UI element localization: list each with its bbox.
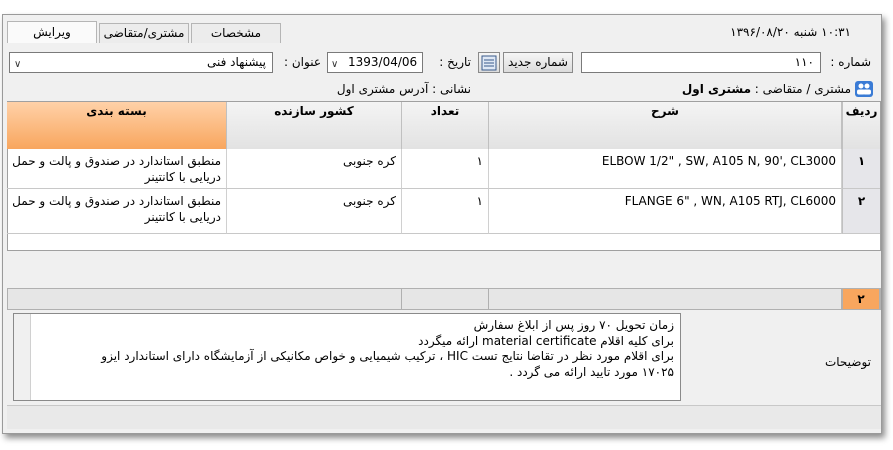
footer-quantity [402,289,489,309]
customer-label: مشتری / متقاضی : [754,82,851,96]
notes-text: زمان تحویل ۷۰ روز پس از ابلاغ سفارش برای… [34,318,674,380]
column-header-country[interactable]: کشور سازنده [227,102,402,149]
number-label: شماره : [830,55,871,69]
date-value: 1393/04/06 [348,55,418,69]
row-number[interactable]: ۱ [842,149,880,189]
row-description[interactable]: ELBOW 1/2" , SW, A105 N, 90', CL3000 [489,149,842,189]
number-field[interactable]: ۱۱۰ [581,52,821,73]
tab-edit[interactable]: ویرایش [7,21,97,43]
notes-line: زمان تحویل ۷۰ روز پس از ابلاغ سفارش [473,318,674,332]
notes-line: ۱۷۰۲۵ مورد تایید ارائه می گردد . [509,364,674,379]
status-bar [7,405,881,429]
column-header-packing[interactable]: بسته بندی [7,102,227,149]
date-label: تاریخ : [439,55,471,69]
row-quantity[interactable]: ۱ [402,189,489,234]
column-header-quantity[interactable]: تعداد [402,102,489,149]
title-value: پیشنهاد فنی [207,55,266,69]
calendar-dropdown-icon: ∨ [331,59,339,70]
address-label: نشانی : آدرس مشتری اول [336,82,471,96]
grid-footer: ۲ [7,288,881,310]
date-field[interactable]: ∨ 1393/04/06 [327,52,423,73]
column-header-row-number[interactable]: ردیف [842,102,880,149]
tab-strip: ویرایش مشتری/متقاضی مشخصات [7,21,283,43]
row-number[interactable]: ۲ [842,189,880,234]
footer-packing [7,289,227,309]
customer-icon [855,81,873,97]
row-country[interactable]: کره جنوبی [227,149,402,189]
users-icon [857,83,871,95]
customer-value: مشتری اول [681,82,751,96]
row-description[interactable]: FLANGE 6" , WN, A105 RTJ, CL6000 [489,189,842,234]
tab-specifications[interactable]: مشخصات [191,23,281,43]
title-select[interactable]: ∨ پیشنهاد فنی [9,52,273,73]
notes-textarea[interactable]: زمان تحویل ۷۰ روز پس از ابلاغ سفارش برای… [13,313,681,401]
calculator-icon [481,55,497,71]
chevron-down-icon: ∨ [14,59,22,70]
tab-customer[interactable]: مشتری/متقاضی [99,23,189,43]
top-bar: ویرایش مشتری/متقاضی مشخصات ۱۰:۳۱ شنبه ۱۳… [3,17,881,43]
main-window: ویرایش مشتری/متقاضی مشخصات ۱۰:۳۱ شنبه ۱۳… [2,14,882,434]
row-country[interactable]: کره جنوبی [227,189,402,234]
row-packing[interactable]: منطبق استاندارد در صندوق و پالت و حمل در… [7,149,227,189]
row-packing[interactable]: منطبق استاندارد در صندوق و پالت و حمل در… [7,189,227,234]
footer-description [489,289,842,309]
calculator-button[interactable] [478,52,500,73]
column-header-description[interactable]: شرح [489,102,842,149]
notes-line: برای کلیه اقلام material certificate ارا… [418,333,674,348]
row-quantity[interactable]: ۱ [402,149,489,189]
notes-scrollbar[interactable] [14,314,31,400]
new-number-button[interactable]: شماره جدید [503,52,573,73]
items-grid: ردیف شرح تعداد کشور سازنده بسته بندی ۱ E… [7,101,881,251]
title-label: عنوان : [284,55,321,69]
footer-row-count: ۲ [842,289,880,309]
notes-line: برای اقلام مورد نظر در تقاضا نتایج تست H… [101,349,674,363]
notes-label: توضیحات [824,355,871,369]
datetime-display: ۱۰:۳۱ شنبه ۱۳۹۶/۰۸/۲۰ [730,25,851,39]
footer-country [227,289,402,309]
